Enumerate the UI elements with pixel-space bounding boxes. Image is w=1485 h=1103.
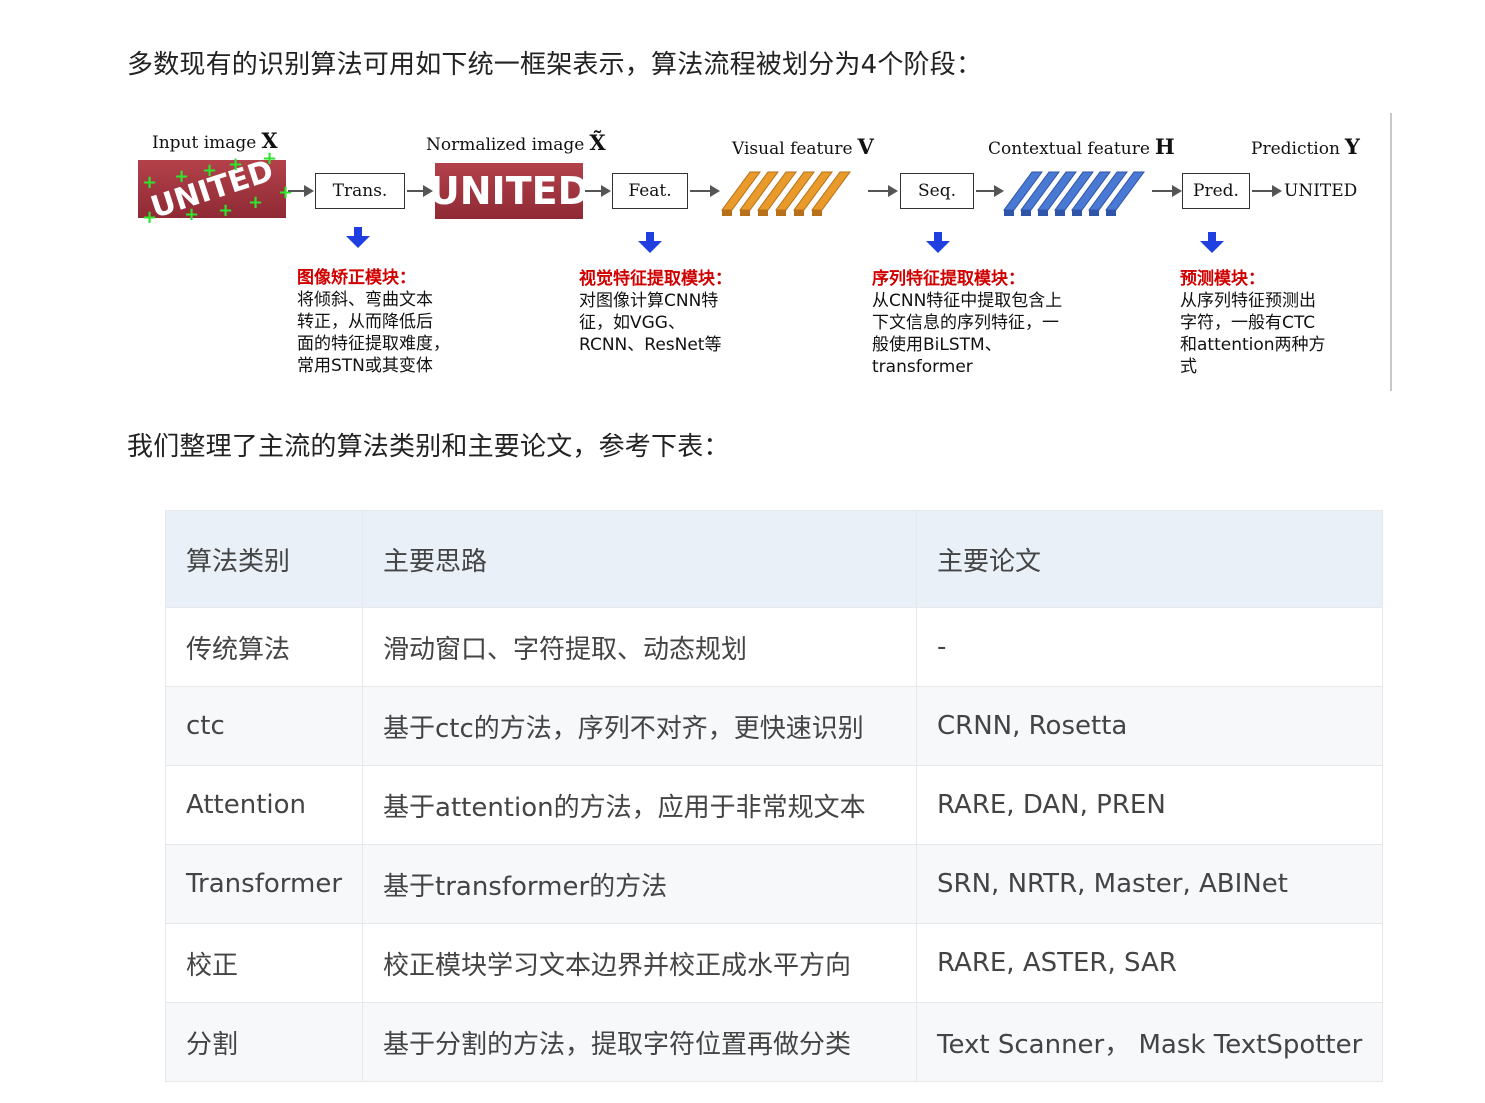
cell-category: 传统算法 bbox=[164, 607, 364, 687]
arrow-right-icon bbox=[1252, 185, 1282, 197]
normalized-image-label: Normalized image X̃ bbox=[426, 130, 606, 155]
arrow-down-icon bbox=[1200, 232, 1224, 254]
feature-slab-side bbox=[740, 210, 750, 216]
cell-papers: Text Scanner， Mask TextSpotter bbox=[916, 1002, 1384, 1082]
arrow-down-icon bbox=[346, 227, 370, 249]
cell-category: 分割 bbox=[164, 1002, 364, 1082]
trans-box: Trans. bbox=[315, 173, 405, 209]
cell-approach: 滑动窗口、字符提取、动态规划 bbox=[362, 607, 918, 687]
arrow-right-icon bbox=[690, 185, 720, 197]
arrow-right-icon bbox=[976, 185, 1004, 197]
feature-slab-side bbox=[794, 210, 804, 216]
control-point-icon: + bbox=[248, 192, 264, 213]
header-approach: 主要思路 bbox=[362, 510, 918, 608]
module-description-visual-feature: 视觉特征提取模块： 对图像计算CNN特 征，如VGG、 RCNN、ResNet等 bbox=[579, 269, 732, 355]
arrow-down-icon bbox=[638, 232, 662, 254]
module-description-rectification: 图像矫正模块： 将倾斜、弯曲文本 转正，从而降低后 面的特征提取难度， 常用ST… bbox=[297, 268, 450, 376]
feature-slab-side bbox=[1072, 210, 1082, 216]
seq-box: Seq. bbox=[900, 173, 974, 209]
algorithm-table: 算法类别 主要思路 主要论文 传统算法 滑动窗口、字符提取、动态规划 - ctc… bbox=[164, 510, 1384, 1082]
arrow-right-icon bbox=[1152, 185, 1182, 197]
table-row: ctc 基于ctc的方法，序列不对齐，更快速识别 CRNN, Rosetta bbox=[164, 686, 1384, 766]
feature-slab-side bbox=[722, 210, 732, 216]
cell-approach: 基于transformer的方法 bbox=[362, 844, 918, 924]
table-row: 传统算法 滑动窗口、字符提取、动态规划 - bbox=[164, 607, 1384, 687]
arrow-right-icon bbox=[868, 185, 898, 197]
module-description-prediction: 预测模块： 从序列特征预测出 字符，一般有CTC 和attention两种方 式 bbox=[1180, 269, 1326, 377]
control-point-icon: + bbox=[218, 200, 234, 221]
input-image-label: Input image X bbox=[152, 128, 278, 153]
recognition-pipeline-diagram: Input image X Normalized image X̃ Visual f… bbox=[130, 108, 1392, 392]
cell-papers: RARE, DAN, PREN bbox=[916, 765, 1384, 845]
diagram-divider bbox=[1390, 113, 1392, 391]
contextual-feature-blocks bbox=[1003, 171, 1145, 216]
cell-papers: SRN, NRTR, Master, ABINet bbox=[916, 844, 1384, 924]
arrow-right-icon bbox=[288, 185, 314, 197]
intro-paragraph: 多数现有的识别算法可用如下统一框架表示，算法流程被划分为4个阶段： bbox=[127, 50, 983, 80]
normalized-image: UNITED bbox=[435, 163, 583, 219]
prediction-label: Prediction Y bbox=[1251, 134, 1360, 159]
header-category: 算法类别 bbox=[164, 510, 364, 608]
cell-category: 校正 bbox=[164, 923, 364, 1003]
control-point-icon: + bbox=[202, 160, 218, 181]
feature-slab-side bbox=[1021, 210, 1031, 216]
arrow-right-icon bbox=[407, 185, 433, 197]
table-header-row: 算法类别 主要思路 主要论文 bbox=[164, 510, 1384, 608]
feature-slab-side bbox=[1106, 210, 1116, 216]
cell-approach: 基于分割的方法，提取字符位置再做分类 bbox=[362, 1002, 918, 1082]
feature-slab-side bbox=[1004, 210, 1014, 216]
arrow-right-icon bbox=[585, 185, 611, 197]
prediction-output: UNITED bbox=[1284, 181, 1358, 201]
cell-approach: 基于ctc的方法，序列不对齐，更快速识别 bbox=[362, 686, 918, 766]
control-point-icon: + bbox=[184, 204, 200, 225]
cell-approach: 基于attention的方法，应用于非常规文本 bbox=[362, 765, 918, 845]
visual-feature-label: Visual feature V bbox=[732, 134, 874, 159]
feature-slab-side bbox=[1055, 210, 1065, 216]
control-point-icon: + bbox=[142, 207, 158, 228]
cell-category: ctc bbox=[164, 686, 364, 766]
feature-slab-side bbox=[776, 210, 786, 216]
control-point-icon: + bbox=[262, 148, 278, 169]
feature-slab-side bbox=[1038, 210, 1048, 216]
cell-category: Transformer bbox=[164, 844, 364, 924]
cell-papers: - bbox=[916, 607, 1384, 687]
table-intro-paragraph: 我们整理了主流的算法类别和主要论文，参考下表： bbox=[127, 432, 730, 462]
control-point-icon: + bbox=[142, 172, 158, 193]
feature-slab-side bbox=[1089, 210, 1099, 216]
pred-box: Pred. bbox=[1182, 173, 1250, 209]
cell-category: Attention bbox=[164, 765, 364, 845]
table-row: Transformer 基于transformer的方法 SRN, NRTR, … bbox=[164, 844, 1384, 924]
module-description-sequence-feature: 序列特征提取模块： 从CNN特征中提取包含上 下文信息的序列特征，一 般使用Bi… bbox=[872, 269, 1063, 377]
visual-feature-blocks bbox=[721, 171, 851, 216]
control-point-icon: + bbox=[174, 166, 190, 187]
table-row: Attention 基于attention的方法，应用于非常规文本 RARE, … bbox=[164, 765, 1384, 845]
contextual-feature-label: Contextual feature H bbox=[988, 134, 1175, 159]
table-row: 校正 校正模块学习文本边界并校正成水平方向 RARE, ASTER, SAR bbox=[164, 923, 1384, 1003]
cell-papers: CRNN, Rosetta bbox=[916, 686, 1384, 766]
arrow-down-icon bbox=[926, 232, 950, 254]
feature-slab-side bbox=[758, 210, 768, 216]
header-papers: 主要论文 bbox=[916, 510, 1384, 608]
cell-approach: 校正模块学习文本边界并校正成水平方向 bbox=[362, 923, 918, 1003]
control-point-icon: + bbox=[228, 154, 244, 175]
cell-papers: RARE, ASTER, SAR bbox=[916, 923, 1384, 1003]
table-row: 分割 基于分割的方法，提取字符位置再做分类 Text Scanner， Mask… bbox=[164, 1002, 1384, 1082]
feat-box: Feat. bbox=[612, 173, 688, 209]
feature-slab-side bbox=[812, 210, 822, 216]
